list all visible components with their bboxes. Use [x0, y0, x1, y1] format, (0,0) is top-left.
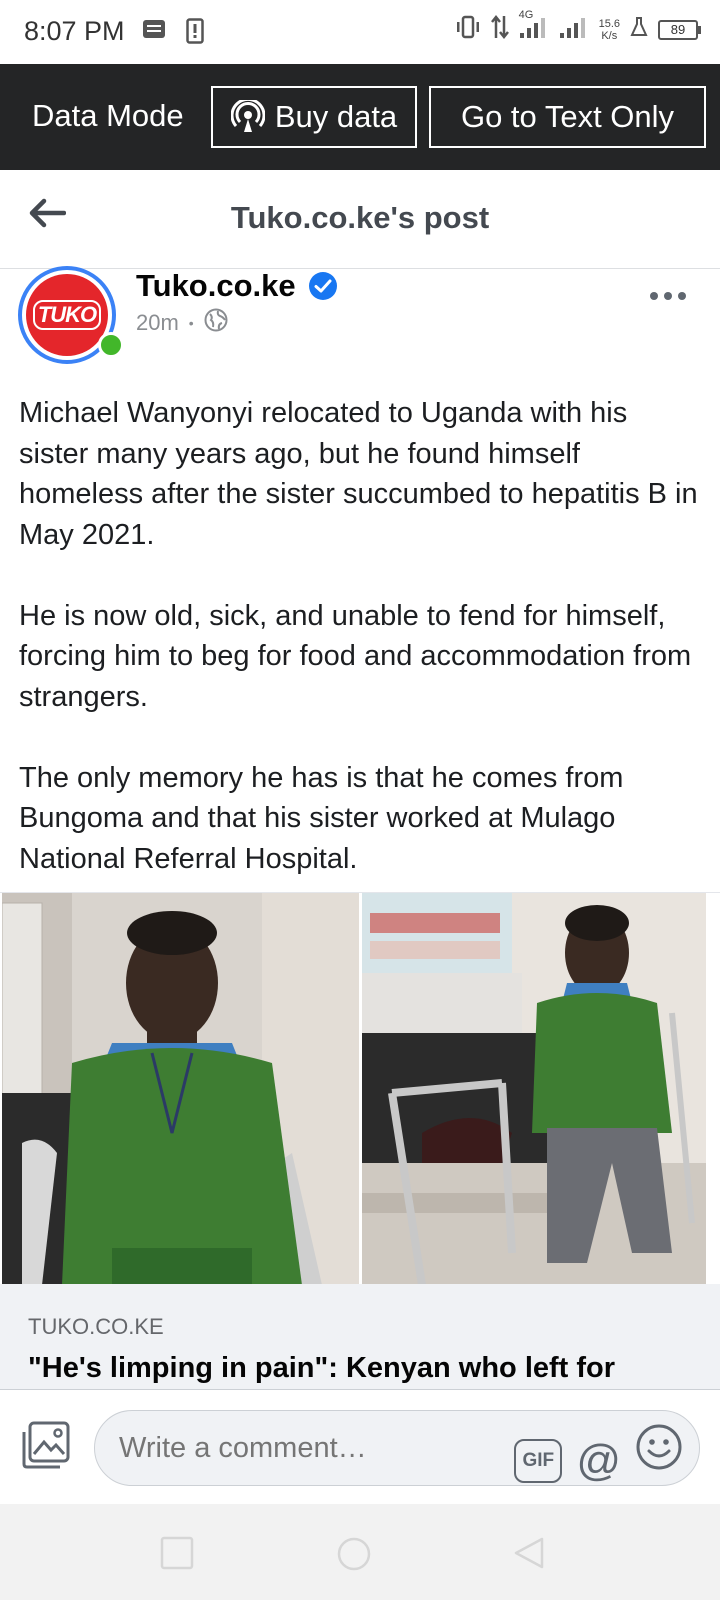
signal-icon-4g: 4G — [519, 9, 549, 45]
logo-text: TUKO — [32, 300, 102, 330]
buy-data-label: Buy data — [274, 99, 398, 134]
post-paragraph: He is now old, sick, and unable to fend … — [19, 599, 692, 713]
link-preview[interactable]: TUKO.CO.KE "He's limping in pain": Kenya… — [0, 1284, 720, 1390]
link-domain: TUKO.CO.KE — [28, 1314, 164, 1339]
buy-data-button[interactable]: Buy data — [211, 86, 417, 148]
comment-input[interactable] — [117, 1431, 481, 1466]
post-photo-right[interactable] — [362, 893, 706, 1285]
page-title: Tuko.co.ke's post — [230, 200, 490, 235]
post-body: Michael Wanyonyi relocated to Uganda wit… — [19, 393, 704, 920]
verified-badge-icon — [308, 271, 338, 301]
comment-bar: GIF @ — [0, 1390, 720, 1504]
home-icon[interactable] — [336, 1536, 372, 1577]
tuko-logo: TUKO — [26, 274, 108, 356]
signal-icon — [559, 15, 589, 45]
net-speed-unit: K/s — [601, 30, 618, 42]
emoji-icon[interactable] — [635, 1423, 683, 1499]
link-title: "He's limping in pain": Kenyan who left … — [28, 1352, 616, 1384]
meta-separator-icon: • — [188, 315, 194, 331]
status-time: 8:07 PM — [24, 16, 125, 46]
sim-icon — [186, 18, 204, 49]
broadcast-icon — [230, 100, 265, 134]
post-paragraph: The only memory he has is that he comes … — [19, 761, 624, 875]
net-speed: 15.6 K/s — [599, 18, 620, 42]
data-mode-bar: Data Mode Buy data Go to Text Only — [0, 64, 720, 170]
post-photo-left[interactable] — [2, 893, 359, 1285]
online-status-dot — [98, 332, 124, 358]
data-mode-label: Data Mode — [32, 98, 184, 133]
data-arrows-icon — [490, 14, 509, 46]
status-icons: 4G 15.6 K/s 89 — [455, 9, 701, 46]
net-speed-value: 15.6 — [598, 18, 620, 30]
post-paragraph: Michael Wanyonyi relocated to Uganda wit… — [19, 397, 698, 551]
message-icon — [142, 18, 166, 45]
author-name[interactable]: Tuko.co.ke — [136, 268, 338, 304]
network-type: 4G — [518, 9, 534, 21]
globe-icon — [204, 308, 228, 338]
system-nav-bar — [0, 1504, 720, 1600]
post-time[interactable]: 20m — [136, 310, 179, 336]
mention-button[interactable]: @ — [576, 1439, 621, 1483]
back-nav-icon[interactable] — [512, 1536, 546, 1575]
more-options-icon[interactable] — [650, 292, 686, 300]
comment-input-icons: GIF @ — [514, 1423, 683, 1499]
battery-icon: 89 — [658, 20, 701, 40]
post-meta: 20m • — [136, 308, 228, 338]
recent-apps-icon[interactable] — [160, 1536, 194, 1575]
vibrate-icon — [455, 15, 481, 45]
flask-icon — [630, 16, 648, 44]
post-photos — [0, 892, 720, 1285]
photo-attach-icon[interactable] — [20, 1420, 72, 1475]
post-header-bar: Tuko.co.ke's post — [0, 170, 720, 269]
gif-button[interactable]: GIF — [514, 1439, 563, 1483]
comment-input-wrapper[interactable]: GIF @ — [94, 1410, 700, 1486]
avatar[interactable]: TUKO — [18, 266, 124, 364]
status-bar: 8:07 PM 4G 15.6 K/s 89 — [0, 0, 720, 64]
author-name-label: Tuko.co.ke — [136, 268, 296, 303]
go-to-text-only-button[interactable]: Go to Text Only — [429, 86, 706, 148]
